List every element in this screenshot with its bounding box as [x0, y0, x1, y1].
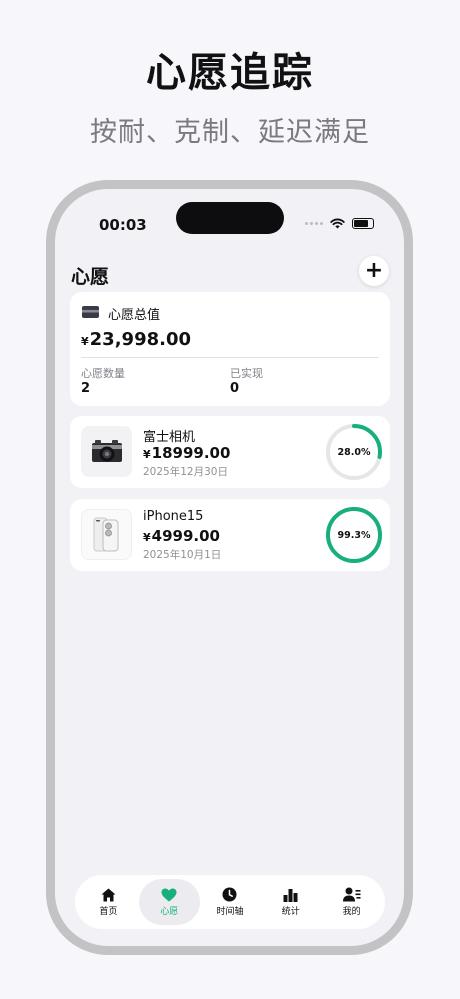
summary-label: 心愿总值: [108, 308, 161, 323]
wish-card[interactable]: 富士相机 ¥18999.00 2025年12月30日 28.0%: [70, 416, 390, 488]
home-icon: [101, 888, 116, 901]
wish-count-label: 心愿数量: [81, 367, 125, 380]
battery-icon: [352, 218, 374, 229]
summary-total: ¥23,998.00: [81, 329, 191, 350]
card-icon: [82, 306, 99, 318]
wish-price: ¥4999.00: [143, 527, 220, 545]
bar-chart-icon: [283, 888, 298, 902]
profile-icon: [342, 887, 361, 902]
wish-name: 富士相机: [143, 430, 196, 445]
tab-profile[interactable]: 我的: [321, 879, 382, 925]
wish-count-value: 2: [81, 381, 91, 396]
add-wish-button[interactable]: +: [359, 256, 389, 286]
phone-icon: [81, 509, 132, 560]
tab-wishes[interactable]: 心愿: [138, 879, 200, 925]
tab-label: 首页: [99, 906, 118, 917]
currency-symbol: ¥: [143, 448, 151, 461]
currency-symbol: ¥: [81, 335, 89, 348]
achieved-label: 已实现: [230, 367, 263, 380]
wifi-icon: [330, 218, 345, 229]
tab-timeline[interactable]: 时间轴: [200, 879, 261, 925]
divider: [81, 357, 379, 358]
heart-icon: [161, 888, 177, 901]
tab-label: 时间轴: [216, 907, 244, 917]
phone-frame: 00:03 心愿 + 心愿总值 ¥23,998.00 心愿数量 2 已实现 0: [46, 180, 413, 955]
tab-bar: 首页 心愿 时间轴 统计 我的: [75, 875, 385, 929]
wish-price: ¥18999.00: [143, 444, 230, 462]
promo-title: 心愿追踪: [146, 50, 314, 96]
tab-home[interactable]: 首页: [78, 879, 139, 925]
achieved-value: 0: [230, 381, 240, 396]
status-time: 00:03: [99, 216, 147, 234]
summary-total-value: 23,998.00: [89, 329, 192, 350]
heart-shape: [161, 888, 177, 901]
wish-price-value: 18999.00: [151, 444, 231, 462]
signal-icon: [305, 222, 323, 225]
wish-name: iPhone15: [143, 509, 204, 524]
wish-price-value: 4999.00: [151, 527, 220, 545]
camera-icon: [81, 426, 132, 477]
page-title: 心愿: [71, 266, 110, 288]
progress-percent: 28.0%: [337, 446, 371, 458]
status-icons: [305, 218, 374, 229]
tab-label: 心愿: [160, 906, 179, 917]
phone-screen: 00:03 心愿 + 心愿总值 ¥23,998.00 心愿数量 2 已实现 0: [55, 189, 404, 946]
wish-card[interactable]: iPhone15 ¥4999.00 2025年10月1日 99.3%: [70, 499, 390, 571]
dynamic-island: [176, 202, 284, 234]
promo-subtitle: 按耐、克制、延迟满足: [90, 117, 370, 148]
currency-symbol: ¥: [143, 531, 151, 544]
clock-icon: [222, 887, 237, 902]
summary-card: 心愿总值 ¥23,998.00 心愿数量 2 已实现 0: [70, 292, 390, 406]
wish-date: 2025年12月30日: [143, 466, 228, 478]
tab-stats[interactable]: 统计: [260, 879, 321, 925]
wish-date: 2025年10月1日: [143, 549, 222, 561]
tab-label: 统计: [281, 906, 300, 917]
progress-percent: 99.3%: [337, 529, 371, 541]
tab-label: 我的: [342, 907, 361, 917]
